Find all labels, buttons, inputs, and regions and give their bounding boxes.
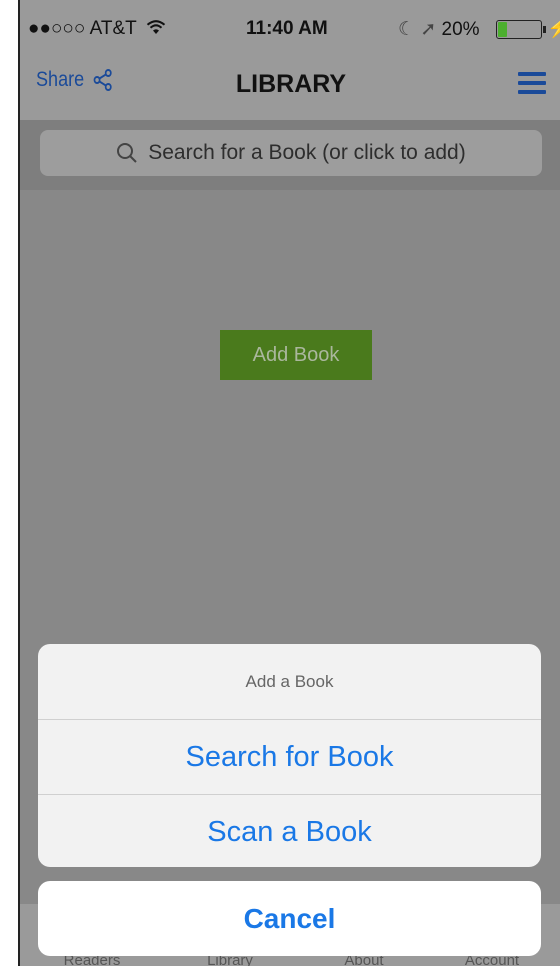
battery-fill: [498, 22, 507, 37]
list-menu-icon[interactable]: [518, 72, 546, 94]
search-placeholder: Search for a Book (or click to add): [148, 141, 466, 164]
page-title: LIBRARY: [235, 70, 347, 98]
moon-icon: ☾: [398, 19, 416, 40]
scan-a-book-button[interactable]: Scan a Book: [38, 795, 541, 867]
add-book-button[interactable]: Add Book: [220, 330, 372, 380]
carrier-signal: ●●○○○ AT&T: [28, 18, 166, 40]
action-sheet: Add a Book Search for Book Scan a Book: [38, 644, 541, 867]
phone-screen: ●●○○○ AT&T 11:40 AM ☾ ➚ 20% ⚡ Share: [18, 0, 560, 966]
search-container: Search for a Book (or click to add): [20, 120, 560, 190]
navigation-bar: Share LIBRARY: [20, 58, 560, 120]
search-for-book-button[interactable]: Search for Book: [38, 720, 541, 795]
action-sheet-title: Add a Book: [38, 644, 541, 720]
status-icons: ☾ ➚ 20%: [398, 18, 480, 41]
location-arrow-icon: ➚: [420, 19, 437, 40]
battery-icon: [496, 20, 546, 39]
wifi-icon: [146, 20, 165, 34]
search-icon: [117, 143, 137, 163]
search-input[interactable]: Search for a Book (or click to add): [40, 130, 542, 176]
status-bar: ●●○○○ AT&T 11:40 AM ☾ ➚ 20% ⚡: [20, 0, 560, 58]
clock: 11:40 AM: [246, 18, 328, 39]
battery-percent: 20%: [441, 19, 480, 40]
charging-icon: ⚡: [547, 16, 560, 40]
cancel-button[interactable]: Cancel: [38, 881, 541, 956]
